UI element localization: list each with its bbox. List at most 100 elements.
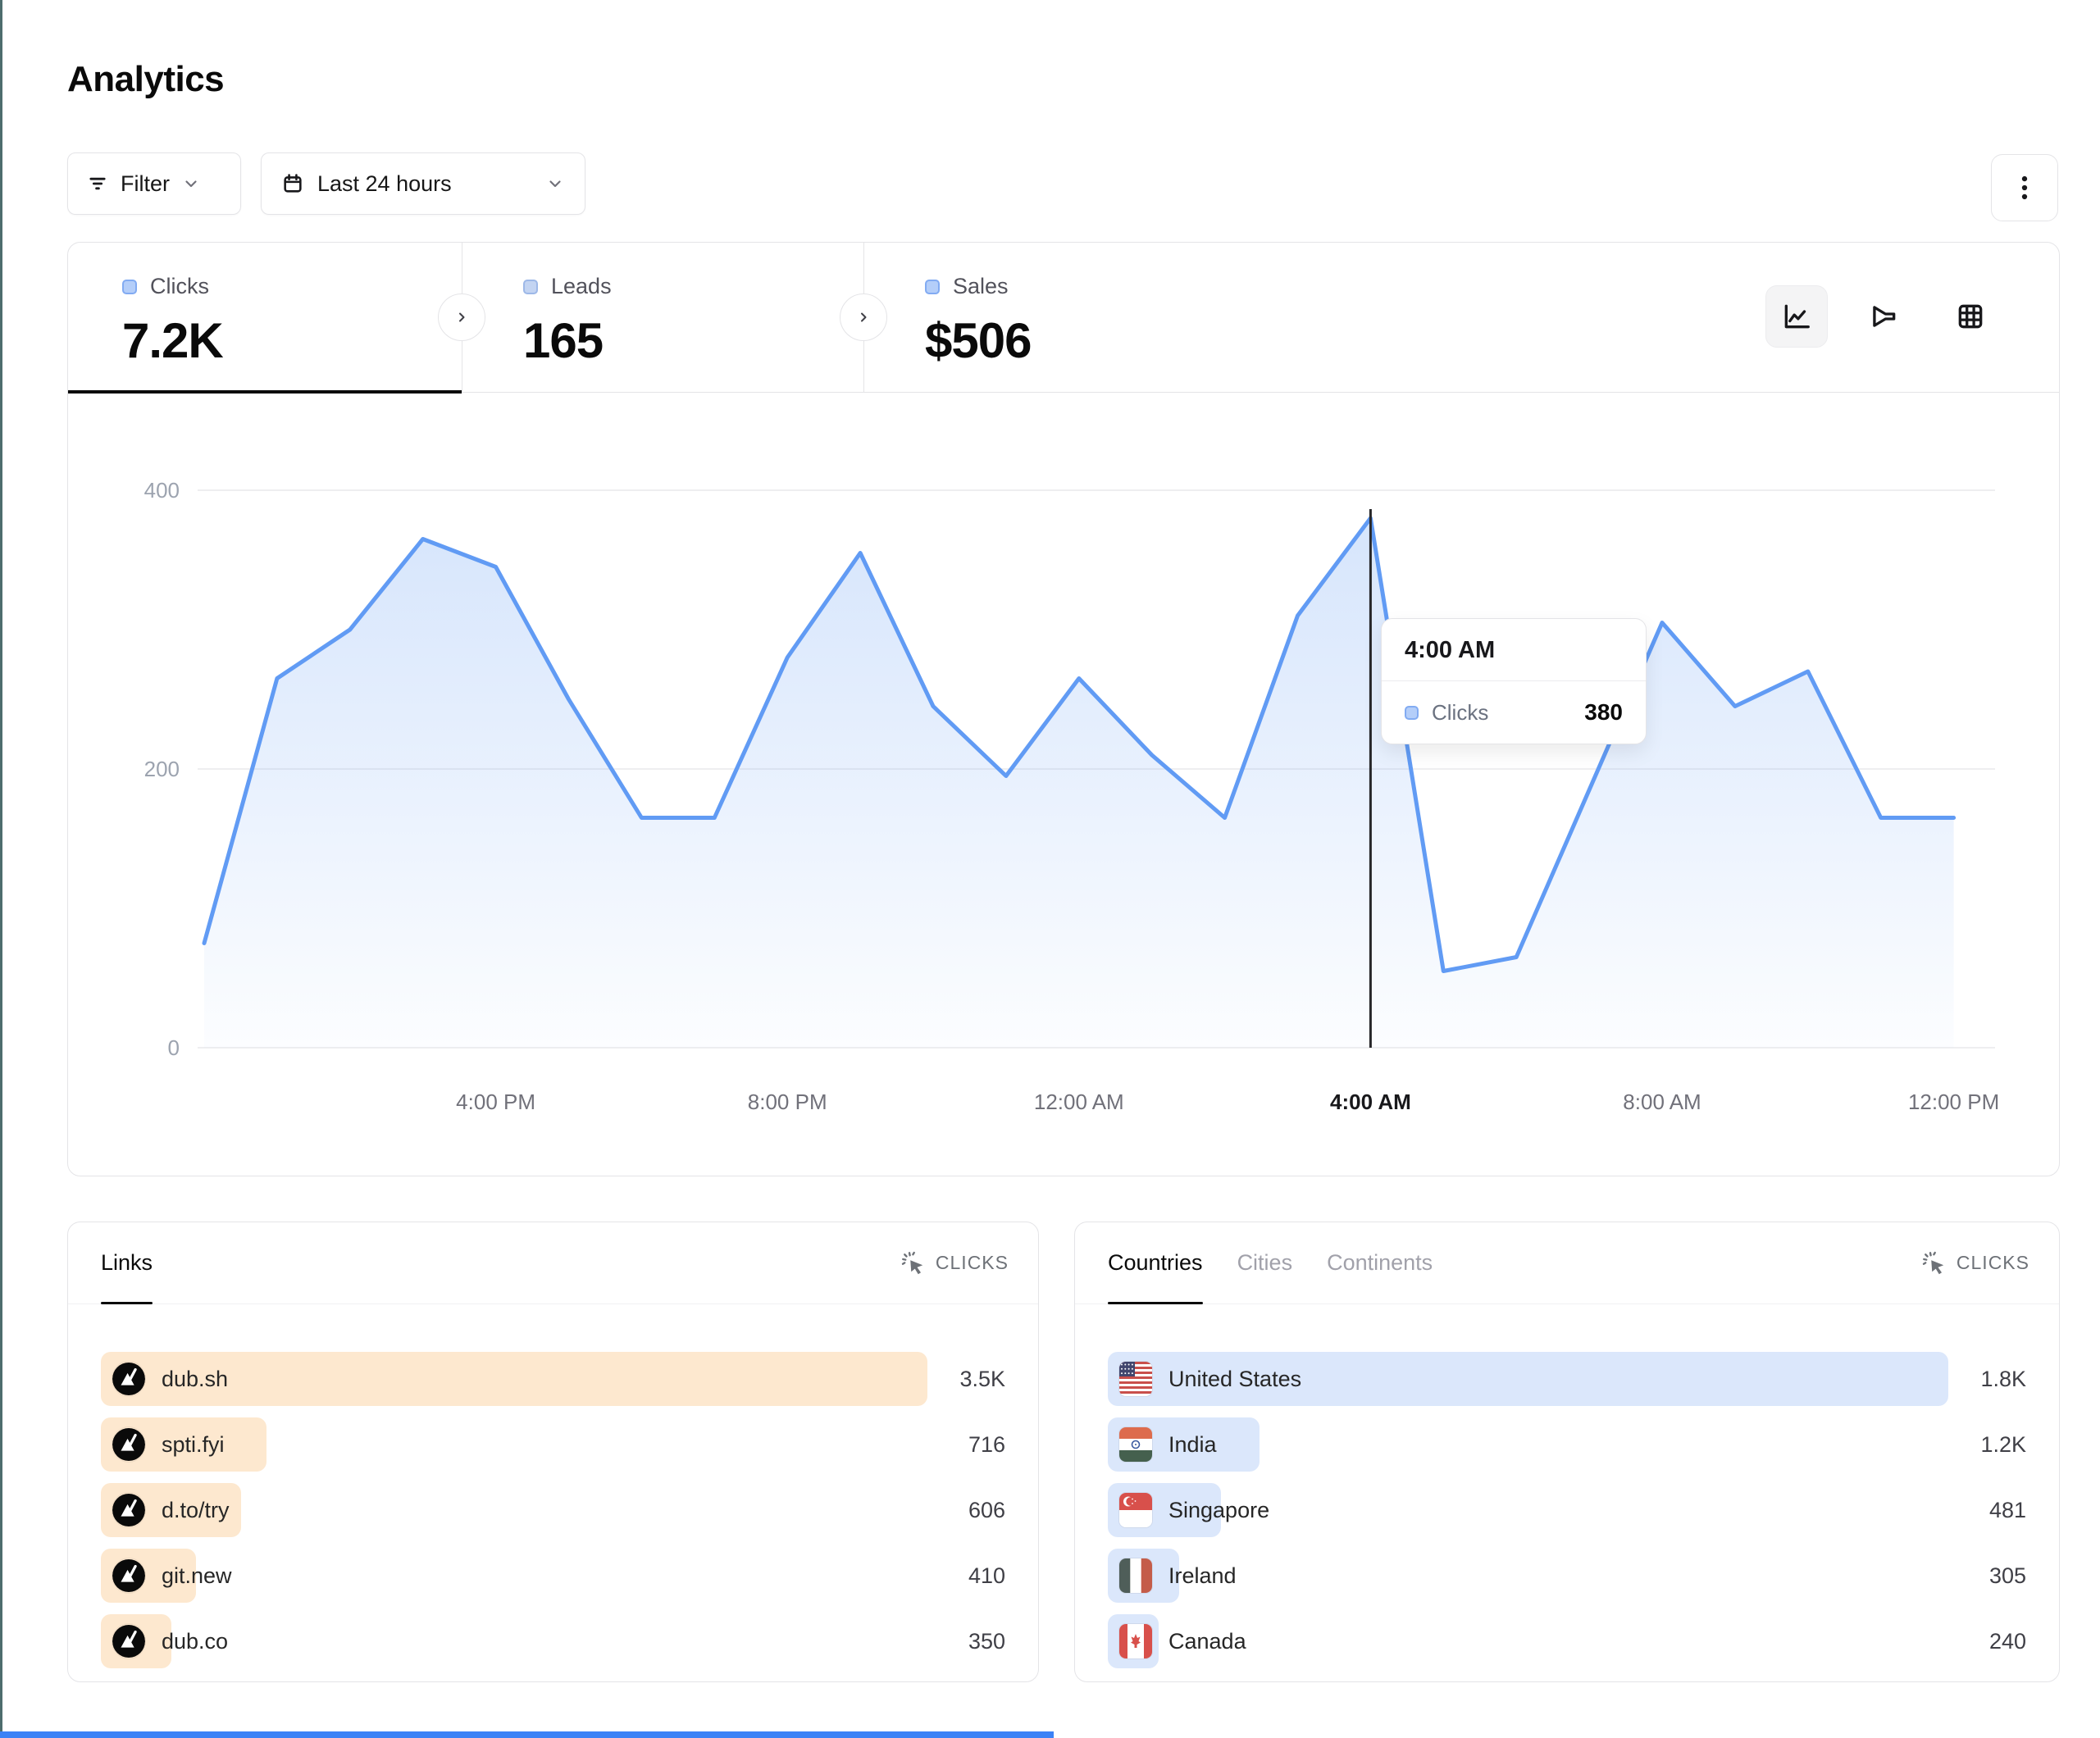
svg-text:400: 400 xyxy=(144,478,180,503)
clicks-area-chart[interactable]: 0 200 400 4:00 PM 8:00 PM 12:00 AM 4:00 AM 8:00… xyxy=(68,411,2061,1173)
analytics-card: Clicks 7.2K Leads 165 Sales $506 xyxy=(67,242,2060,1176)
chart-tooltip: 4:00 AM Clicks 380 xyxy=(1381,618,1647,744)
leads-value: 165 xyxy=(523,312,612,369)
row-value: 481 xyxy=(1989,1483,2026,1537)
row-label: United States xyxy=(1168,1367,1301,1392)
row-label: Ireland xyxy=(1168,1563,1237,1589)
links-metric-button[interactable]: CLICKS xyxy=(901,1222,1009,1304)
dub-logo-icon xyxy=(112,1624,145,1658)
country-row[interactable]: Ireland 305 xyxy=(1108,1549,2026,1603)
link-row[interactable]: d.to/try 606 xyxy=(101,1483,1005,1537)
stat-tabs: Clicks 7.2K Leads 165 Sales $506 xyxy=(68,243,2059,393)
svg-text:8:00 AM: 8:00 AM xyxy=(1623,1090,1701,1114)
countries-rows: United States 1.8K India 1.2K Singapore 481 Ir… xyxy=(1108,1352,2026,1680)
svg-text:12:00 PM: 12:00 PM xyxy=(1908,1090,1999,1114)
row-value: 240 xyxy=(1989,1614,2026,1668)
links-metric-label: CLICKS xyxy=(936,1252,1009,1274)
row-label: d.to/try xyxy=(162,1498,230,1523)
active-tab-underline xyxy=(68,390,462,394)
row-label: India xyxy=(1168,1432,1217,1458)
row-label: dub.sh xyxy=(162,1367,228,1392)
cursor-click-icon xyxy=(1922,1251,1947,1276)
flag-in-icon xyxy=(1119,1427,1152,1462)
country-row[interactable]: Singapore 481 xyxy=(1108,1483,2026,1537)
flag-sg-icon xyxy=(1119,1493,1152,1527)
page-title: Analytics xyxy=(67,59,224,100)
tab-cities[interactable]: Cities xyxy=(1237,1222,1293,1304)
svg-text:0: 0 xyxy=(168,1035,180,1060)
dub-logo-icon xyxy=(112,1427,145,1462)
table-view-button[interactable] xyxy=(1939,285,2002,348)
tab-countries[interactable]: Countries xyxy=(1108,1222,1203,1304)
row-label: Canada xyxy=(1168,1629,1246,1654)
more-options-button[interactable] xyxy=(1991,154,2058,221)
date-range-button[interactable]: Last 24 hours xyxy=(261,152,585,215)
chevron-right-icon xyxy=(452,307,471,327)
bottom-edge-strip xyxy=(0,1731,1054,1738)
svg-text:4:00 AM: 4:00 AM xyxy=(1330,1090,1411,1114)
chevron-down-icon xyxy=(545,174,565,193)
tab-sales[interactable]: Sales $506 xyxy=(925,274,1031,369)
kebab-icon xyxy=(2012,174,2037,202)
links-rows: dub.sh 3.5K spti.fyi716 d.to/try 606 git.new 4… xyxy=(101,1352,1005,1680)
tab-leads[interactable]: Leads 165 xyxy=(523,274,612,369)
row-value: 1.8K xyxy=(1980,1352,2026,1406)
countries-metric-button[interactable]: CLICKS xyxy=(1922,1222,2029,1304)
row-value: 606 xyxy=(968,1483,1005,1537)
row-value: 1.2K xyxy=(1980,1417,2026,1472)
link-row[interactable]: dub.co350 xyxy=(101,1614,1005,1668)
grid-table-icon xyxy=(1955,301,1986,332)
chevron-down-icon xyxy=(181,174,201,193)
svg-text:8:00 PM: 8:00 PM xyxy=(748,1090,827,1114)
row-label: spti.fyi xyxy=(162,1432,225,1458)
countries-panel: Countries Cities Continents CLICKS Unite… xyxy=(1074,1222,2060,1682)
sales-legend-square xyxy=(925,280,940,294)
flag-us-icon xyxy=(1119,1362,1152,1396)
row-label: Singapore xyxy=(1168,1498,1269,1523)
row-label: git.new xyxy=(162,1563,232,1589)
line-chart-view-button[interactable] xyxy=(1765,285,1828,348)
tab-clicks[interactable]: Clicks 7.2K xyxy=(122,274,223,369)
countries-metric-label: CLICKS xyxy=(1957,1252,2029,1274)
expand-clicks-button[interactable] xyxy=(438,293,485,341)
cursor-click-icon xyxy=(901,1251,926,1276)
link-row[interactable]: git.new 410 xyxy=(101,1549,1005,1603)
svg-text:4:00 PM: 4:00 PM xyxy=(456,1090,535,1114)
left-edge-strip xyxy=(0,0,2,1738)
leads-label: Leads xyxy=(551,274,612,299)
bar-track xyxy=(101,1417,927,1472)
chevron-right-icon xyxy=(854,307,873,327)
calendar-icon xyxy=(281,172,304,195)
dub-logo-icon xyxy=(112,1362,145,1396)
filter-button[interactable]: Filter xyxy=(67,152,241,215)
svg-text:200: 200 xyxy=(144,757,180,781)
dub-logo-icon xyxy=(112,1493,145,1527)
funnel-view-button[interactable] xyxy=(1852,285,1915,348)
tooltip-legend-square xyxy=(1405,706,1419,720)
filter-label: Filter xyxy=(121,171,170,197)
bar-track xyxy=(1108,1417,1948,1472)
country-row[interactable]: United States 1.8K xyxy=(1108,1352,2026,1406)
date-range-label: Last 24 hours xyxy=(317,171,452,197)
clicks-legend-square xyxy=(122,280,137,294)
dub-logo-icon xyxy=(112,1558,145,1593)
row-value: 305 xyxy=(1989,1549,2026,1603)
row-value: 3.5K xyxy=(959,1352,1005,1406)
row-label: dub.co xyxy=(162,1629,228,1654)
links-panel: Links CLICKS dub.sh 3.5K spti.fyi716 d.to/t… xyxy=(67,1222,1039,1682)
tooltip-series-label: Clicks xyxy=(1432,700,1571,726)
country-row[interactable]: Canada 240 xyxy=(1108,1614,2026,1668)
link-row[interactable]: dub.sh 3.5K xyxy=(101,1352,1005,1406)
sales-label: Sales xyxy=(953,274,1009,299)
clicks-value: 7.2K xyxy=(122,312,223,369)
row-value: 410 xyxy=(968,1549,1005,1603)
svg-text:12:00 AM: 12:00 AM xyxy=(1034,1090,1124,1114)
line-chart-icon xyxy=(1781,301,1812,332)
expand-leads-button[interactable] xyxy=(840,293,887,341)
tab-continents[interactable]: Continents xyxy=(1327,1222,1433,1304)
flag-ie-icon xyxy=(1119,1558,1152,1593)
link-row[interactable]: spti.fyi716 xyxy=(101,1417,1005,1472)
country-row[interactable]: India 1.2K xyxy=(1108,1417,2026,1472)
tab-links[interactable]: Links xyxy=(101,1222,153,1304)
countries-panel-header: Countries Cities Continents CLICKS xyxy=(1075,1222,2059,1304)
